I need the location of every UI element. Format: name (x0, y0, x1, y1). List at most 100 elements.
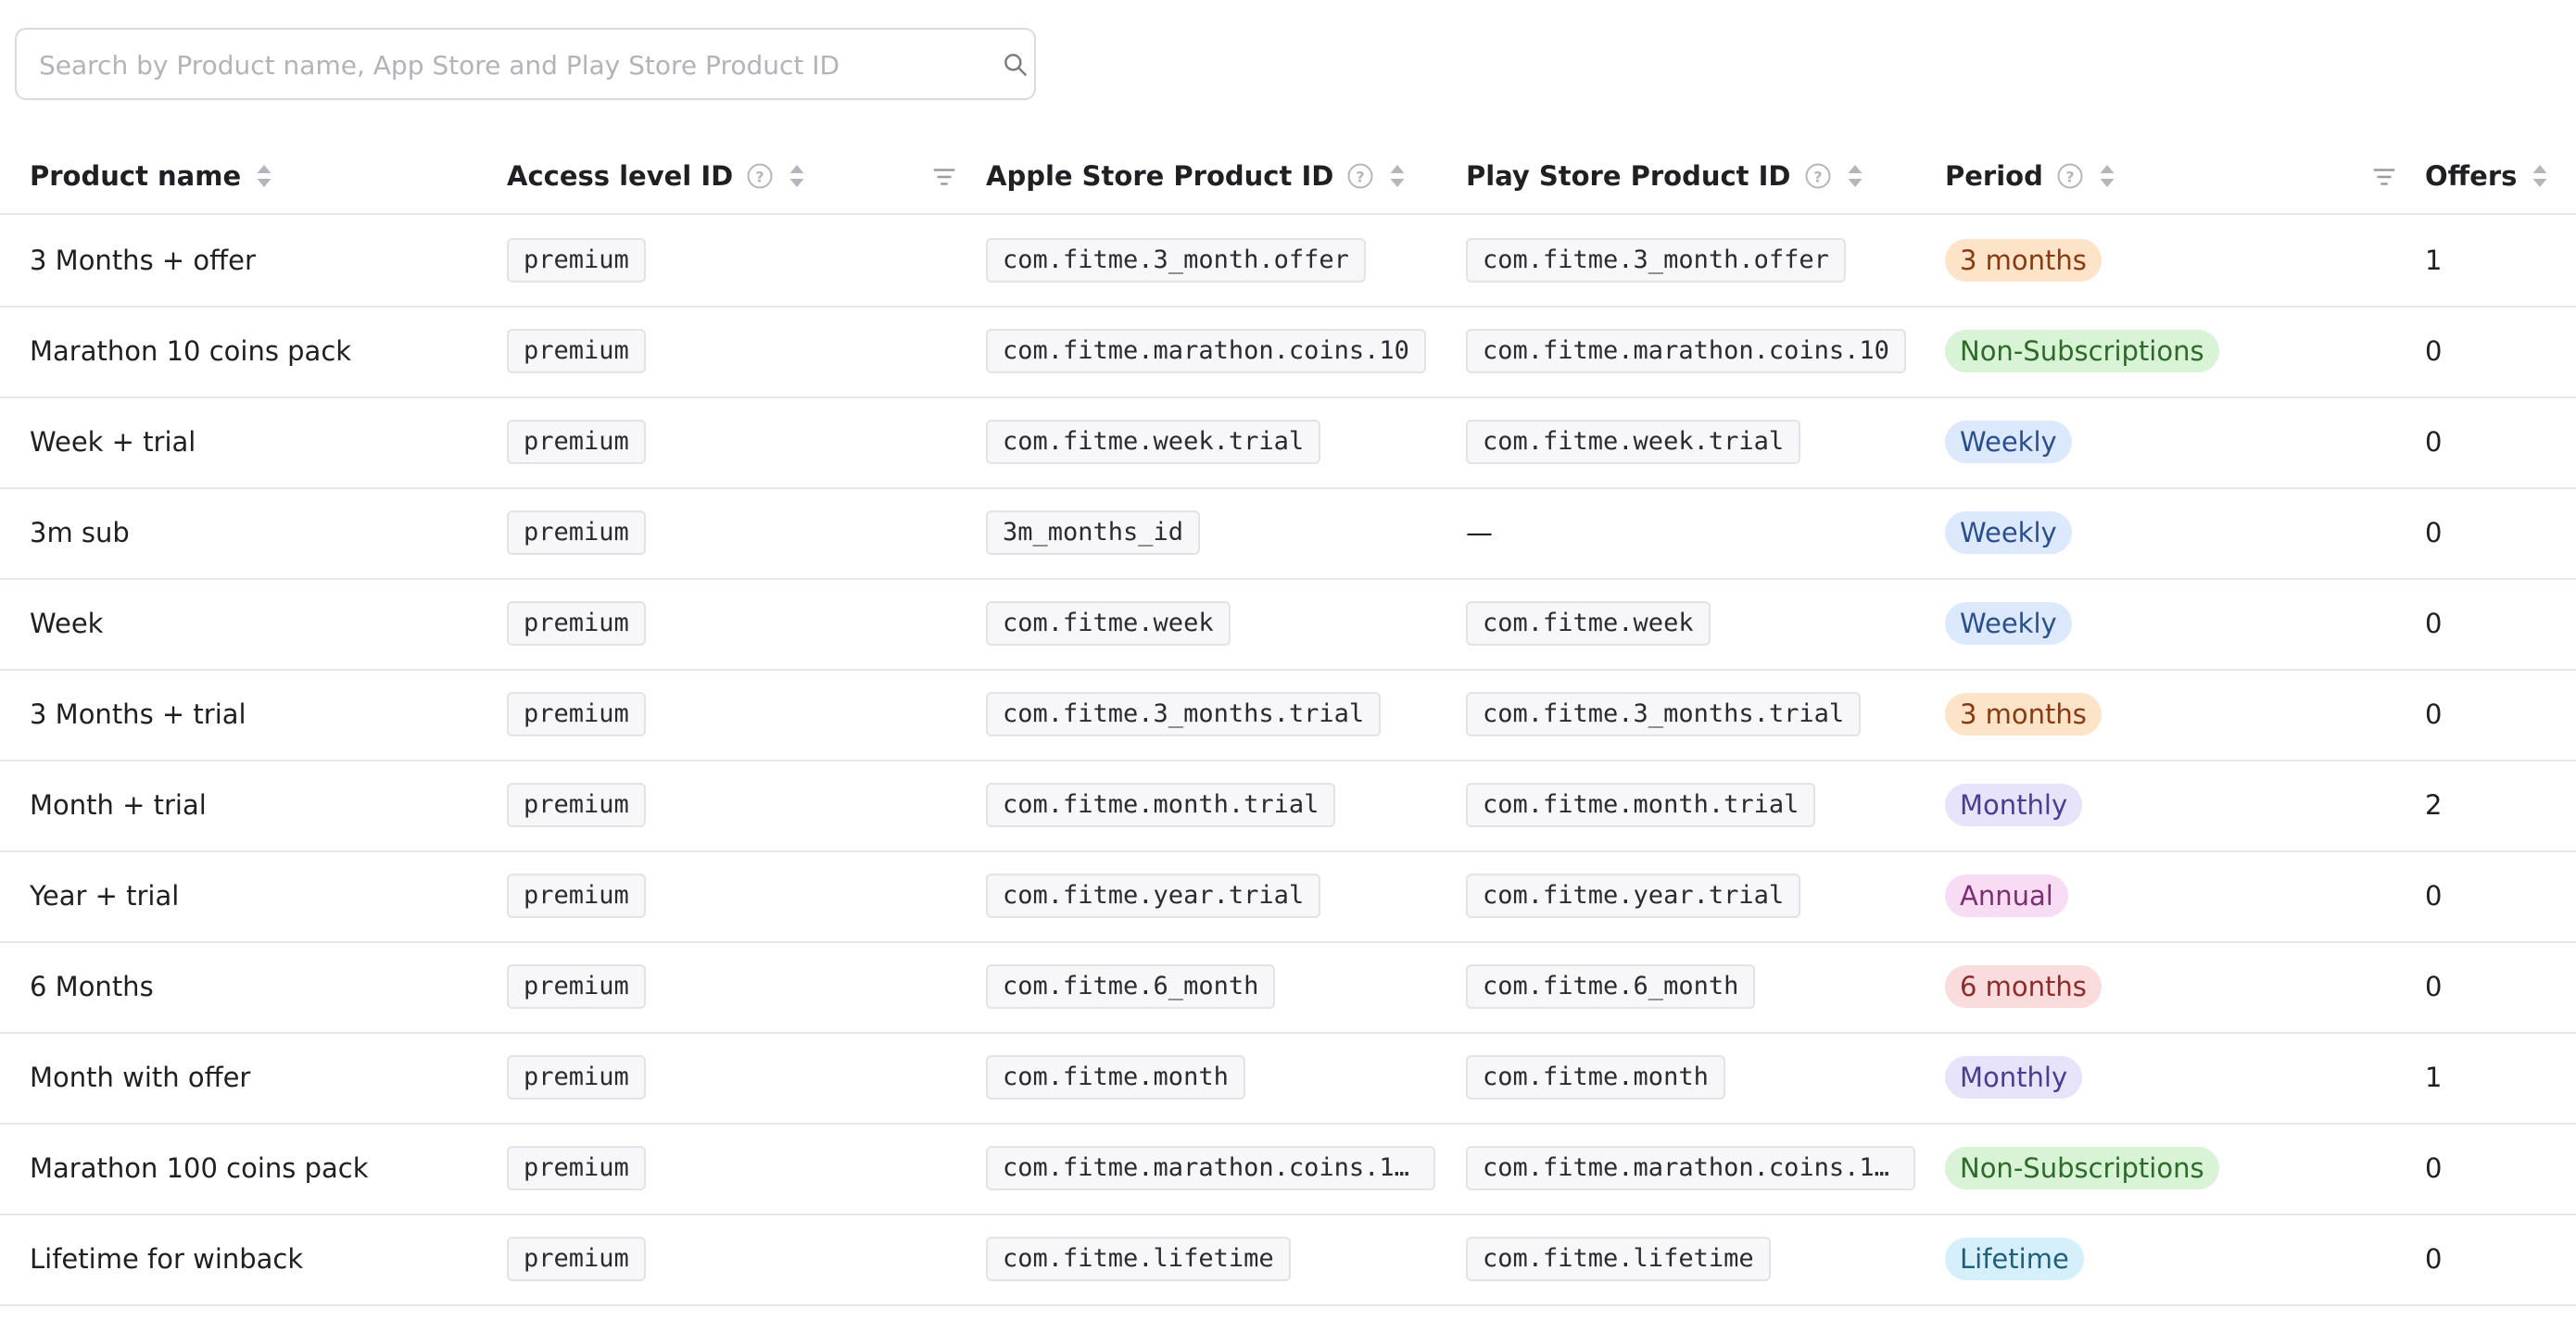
cell-period: Monthly (1945, 1032, 2083, 1123)
table-row[interactable]: Year + trial premium com.fitme.year.trial c… (0, 850, 2576, 943)
cell-apple-product-id: com.fitme.month.trial (986, 760, 1336, 850)
cell-product-name: 3 Months + offer (30, 215, 256, 306)
offers-count: 0 (2425, 426, 2443, 458)
sort-icon[interactable] (1847, 163, 1863, 189)
filter-icon[interactable] (2370, 163, 2398, 191)
cell-apple-product-id: com.fitme.week.trial (986, 396, 1321, 487)
offers-count: 1 (2425, 245, 2443, 276)
cell-play-product-id: com.fitme.month.trial (1466, 760, 1816, 850)
cell-apple-product-id: 3m_months_id (986, 487, 1201, 578)
search-icon[interactable] (1001, 50, 1030, 80)
sort-icon[interactable] (789, 163, 805, 189)
cell-apple-product-id: com.fitme.marathon.coins.10 (986, 306, 1426, 396)
search-box[interactable] (15, 28, 1036, 100)
table-row[interactable]: Week + trial premium com.fitme.week.trial c… (0, 396, 2576, 489)
cell-offers: 0 (2425, 578, 2442, 669)
access-level-id: premium (507, 964, 646, 1009)
sort-icon[interactable] (2532, 163, 2548, 189)
cell-play-product-id: com.fitme.3_month.offer (1466, 215, 1846, 306)
cell-product-name: Month with offer (30, 1032, 250, 1123)
table-row[interactable]: 6 Months premium com.fitme.6_month com.fitm… (0, 941, 2576, 1034)
play-store-product-id: com.fitme.week (1466, 601, 1711, 646)
offers-count: 0 (2425, 971, 2443, 1002)
cell-period: Lifetime (1945, 1214, 2084, 1304)
product-name: Month with offer (30, 1062, 251, 1093)
table-row[interactable]: Week premium com.fitme.week com.fitme.week W… (0, 578, 2576, 671)
filter-icon[interactable] (930, 163, 958, 191)
cell-play-product-id: com.fitme.6_month (1466, 941, 1756, 1032)
offers-count: 2 (2425, 789, 2443, 821)
cell-offers: 0 (2425, 1214, 2442, 1304)
offers-count: 0 (2425, 608, 2443, 639)
period-badge: 3 months (1945, 693, 2102, 736)
cell-period: Non-Subscriptions (1945, 1123, 2219, 1214)
access-level-id: premium (507, 1055, 646, 1100)
cell-product-name: 6 Months (30, 941, 154, 1032)
period-badge: Monthly (1945, 784, 2083, 826)
product-name: Week (30, 608, 104, 639)
cell-product-name: 3 Months + trial (30, 669, 246, 760)
play-store-product-id: com.fitme.6_month (1466, 964, 1756, 1009)
apple-store-product-id: com.fitme.6_month (986, 964, 1276, 1009)
table-row[interactable]: 3 Months + offer premium com.fitme.3_month… (0, 215, 2576, 308)
column-header-product[interactable]: Product name (30, 139, 272, 213)
column-header-offers[interactable]: Offers (2425, 139, 2548, 213)
access-level-id: premium (507, 420, 646, 464)
period-badge: Non-Subscriptions (1945, 330, 2219, 372)
cell-offers: 0 (2425, 941, 2442, 1032)
column-title-product: Product name (30, 160, 242, 192)
table-row[interactable]: Lifetime for winback premium com.fitme.lif… (0, 1214, 2576, 1306)
access-level-id: premium (507, 601, 646, 646)
product-name: Marathon 100 coins pack (30, 1152, 369, 1184)
search-input[interactable] (37, 30, 949, 100)
column-title-offers: Offers (2425, 160, 2518, 192)
table-row[interactable]: Month with offer premium com.fitme.month co… (0, 1032, 2576, 1125)
svg-text:?: ? (1813, 168, 1822, 185)
cell-play-product-id: com.fitme.marathon.coins.100 (1466, 1123, 1915, 1214)
access-level-id: premium (507, 510, 646, 555)
cell-offers: 0 (2425, 669, 2442, 760)
column-title-period: Period (1945, 160, 2043, 192)
cell-access-level: premium (507, 396, 646, 487)
cell-product-name: Month + trial (30, 760, 207, 850)
offers-count: 0 (2425, 1243, 2443, 1275)
table-row[interactable]: Month + trial premium com.fitme.month.tria… (0, 760, 2576, 852)
apple-store-product-id: com.fitme.week (986, 601, 1231, 646)
help-circle-icon[interactable]: ? (2056, 162, 2084, 190)
cell-access-level: premium (507, 1214, 646, 1304)
cell-play-product-id: com.fitme.3_months.trial (1466, 669, 1862, 760)
cell-access-level: premium (507, 1123, 646, 1214)
access-level-id: premium (507, 874, 646, 918)
sort-icon[interactable] (256, 163, 272, 189)
svg-text:?: ? (2065, 168, 2074, 185)
period-badge: Weekly (1945, 602, 2072, 645)
sort-icon[interactable] (2099, 163, 2115, 189)
table-row[interactable]: Marathon 10 coins pack premium com.fitme.m… (0, 306, 2576, 398)
period-badge: Weekly (1945, 511, 2072, 554)
column-header-access[interactable]: Access level ID ? (507, 139, 805, 213)
play-store-product-id: com.fitme.lifetime (1466, 1237, 1771, 1281)
column-header-apple[interactable]: Apple Store Product ID ? (986, 139, 1406, 213)
cell-play-product-id: com.fitme.month (1466, 1032, 1725, 1123)
table-row[interactable]: 3m sub premium 3m_months_id — Weekly 0 (0, 487, 2576, 580)
period-badge: Non-Subscriptions (1945, 1147, 2219, 1189)
help-circle-icon[interactable]: ? (746, 162, 774, 190)
cell-play-product-id: com.fitme.year.trial (1466, 850, 1801, 941)
table-row[interactable]: Marathon 100 coins pack premium com.fitme.… (0, 1123, 2576, 1215)
svg-text:?: ? (755, 168, 764, 185)
product-name: 3 Months + trial (30, 698, 246, 730)
help-circle-icon[interactable]: ? (1804, 162, 1832, 190)
play-store-product-id: com.fitme.marathon.coins.10 (1466, 329, 1906, 373)
offers-count: 0 (2425, 698, 2443, 730)
column-header-play[interactable]: Play Store Product ID ? (1466, 139, 1863, 213)
period-badge: Annual (1945, 874, 2068, 917)
cell-apple-product-id: com.fitme.6_month (986, 941, 1276, 1032)
cell-apple-product-id: com.fitme.3_month.offer (986, 215, 1366, 306)
help-circle-icon[interactable]: ? (1346, 162, 1374, 190)
table-row[interactable]: 3 Months + trial premium com.fitme.3_month… (0, 669, 2576, 761)
cell-period: Annual (1945, 850, 2068, 941)
cell-period: Weekly (1945, 578, 2072, 669)
column-header-period[interactable]: Period ? (1945, 139, 2115, 213)
cell-offers: 1 (2425, 1032, 2442, 1123)
sort-icon[interactable] (1389, 163, 1406, 189)
